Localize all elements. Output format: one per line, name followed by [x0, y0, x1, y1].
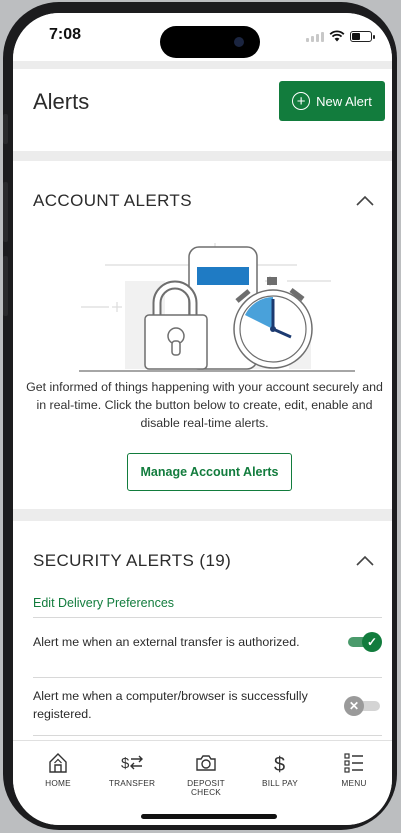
divider — [33, 617, 382, 618]
camera-icon — [234, 37, 244, 47]
nav-label: TRANSFER — [108, 778, 156, 788]
account-alerts-card: ACCOUNT ALERTS Get informed of things ha… — [13, 161, 392, 509]
status-icons — [306, 30, 375, 42]
menu-icon — [344, 753, 363, 773]
nav-label: HOME — [45, 778, 71, 788]
security-alert-toggle[interactable]: ✕ — [344, 695, 382, 717]
security-alert-toggle[interactable]: ✓ — [344, 631, 382, 653]
nav-transfer[interactable]: $ TRANSFER — [97, 751, 167, 788]
svg-text:$: $ — [274, 754, 285, 775]
screen: 7:08 Alerts + New Alert ACCOUNT ALERTS G… — [13, 13, 392, 825]
account-alerts-title: ACCOUNT ALERTS — [33, 191, 192, 210]
security-alerts-title: SECURITY ALERTS (19) — [33, 551, 232, 570]
manage-account-alerts-button[interactable]: Manage Account Alerts — [127, 453, 292, 491]
transfer-icon: $ — [121, 755, 143, 772]
dollar-icon: $ — [274, 754, 285, 775]
alerts-illustration-icon — [79, 243, 355, 372]
svg-text:$: $ — [121, 755, 130, 772]
chevron-up-icon[interactable] — [356, 552, 374, 570]
new-alert-button[interactable]: + New Alert — [279, 81, 385, 121]
wifi-icon — [329, 30, 345, 42]
camera-icon — [196, 755, 216, 771]
divider — [33, 735, 382, 736]
nav-menu[interactable]: MENU — [319, 751, 389, 788]
status-time: 7:08 — [49, 26, 82, 43]
security-alert-text: Alert me when a computer/browser is succ… — [33, 689, 308, 721]
phone-frame: 7:08 Alerts + New Alert ACCOUNT ALERTS G… — [3, 2, 397, 830]
new-alert-label: New Alert — [316, 93, 372, 109]
side-button — [3, 256, 8, 316]
x-icon: ✕ — [344, 696, 364, 716]
dynamic-island — [160, 26, 260, 58]
security-alerts-card: SECURITY ALERTS (19) Edit Delivery Prefe… — [13, 521, 392, 743]
checkmark-icon: ✓ — [362, 632, 382, 652]
nav-label: DEPOSIT CHECK — [187, 778, 225, 797]
account-alerts-description: Get informed of things happening with yo… — [26, 380, 383, 430]
nav-bill-pay[interactable]: $ BILL PAY — [245, 751, 315, 788]
edit-delivery-preferences-link[interactable]: Edit Delivery Preferences — [33, 596, 174, 610]
nav-label: BILL PAY — [261, 778, 299, 788]
bottom-nav: HOME $ TRANSFER DEPOSIT CHECK $ BILL PAY… — [13, 740, 392, 825]
battery-icon — [350, 30, 375, 42]
signal-icon — [306, 31, 324, 42]
status-bar: 7:08 — [13, 13, 392, 61]
chevron-up-icon[interactable] — [356, 192, 374, 210]
divider — [33, 677, 382, 678]
side-button — [3, 182, 8, 242]
nav-deposit-check[interactable]: DEPOSIT CHECK — [171, 751, 241, 797]
nav-home[interactable]: HOME — [23, 751, 93, 788]
side-button — [3, 114, 8, 144]
page-header: Alerts + New Alert — [13, 69, 392, 151]
plus-circle-icon: + — [292, 92, 311, 110]
home-indicator — [141, 814, 277, 819]
home-icon — [49, 753, 67, 773]
page-title: Alerts — [33, 89, 90, 114]
security-alert-text: Alert me when an external transfer is au… — [33, 635, 300, 649]
nav-label: MENU — [341, 778, 367, 788]
